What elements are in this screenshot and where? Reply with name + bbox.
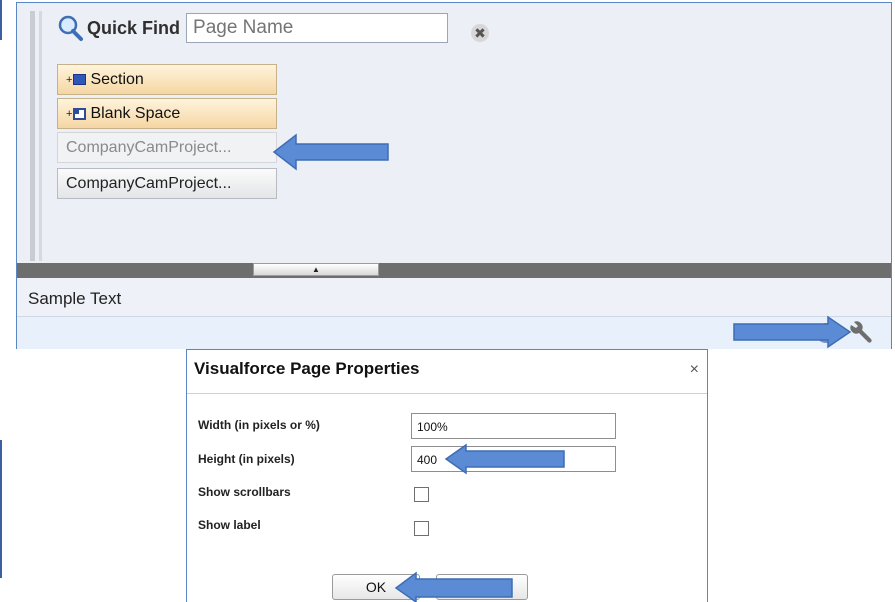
palette-item-label: CompanyCamProject... <box>66 174 232 192</box>
palette-splitter[interactable]: ▲ <box>17 263 891 278</box>
height-label: Height (in pixels) <box>198 452 295 466</box>
palette-item-label: Section <box>90 70 144 88</box>
collapse-palette-handle[interactable]: ▲ <box>253 263 379 276</box>
blank-space-icon: + <box>66 107 87 120</box>
palette-item-blank-space[interactable]: + Blank Space <box>57 98 277 129</box>
palette-item-label: Blank Space <box>90 104 181 122</box>
sample-text: Sample Text <box>28 289 122 308</box>
palette: Quick Find ✖ + Section + Blank Space Com… <box>17 3 891 263</box>
clear-search-icon[interactable]: ✖ <box>471 24 489 42</box>
show-label-label: Show label <box>198 518 261 532</box>
palette-item-visualforce-page[interactable]: CompanyCamProject... <box>57 132 277 163</box>
palette-item-visualforce-page[interactable]: CompanyCamProject... <box>57 168 277 199</box>
visualforce-page-properties-dialog: Visualforce Page Properties × Width (in … <box>186 349 708 602</box>
show-scrollbars-label: Show scrollbars <box>198 485 291 499</box>
width-label: Width (in pixels or %) <box>198 418 320 432</box>
close-icon[interactable]: × <box>690 361 699 379</box>
annotation-arrow <box>733 315 852 349</box>
annotation-arrow <box>272 133 389 171</box>
annotation-arrow <box>444 443 565 475</box>
show-label-checkbox[interactable] <box>414 521 429 536</box>
palette-item-section[interactable]: + Section <box>57 64 277 95</box>
quick-find-label: Quick Find <box>87 17 181 38</box>
annotation-arrow <box>394 571 513 602</box>
show-scrollbars-checkbox[interactable] <box>414 487 429 502</box>
page-edge-line <box>0 0 2 40</box>
palette-border <box>30 11 35 261</box>
dialog-title: Visualforce Page Properties <box>194 359 420 378</box>
search-icon <box>58 15 83 41</box>
palette-border <box>39 11 42 261</box>
page-edge-line <box>0 440 2 578</box>
quick-find: Quick Find <box>57 13 449 43</box>
quick-find-input[interactable] <box>186 13 449 43</box>
width-input[interactable]: 100% <box>411 413 616 439</box>
page-layout-editor: Quick Find ✖ + Section + Blank Space Com… <box>16 2 892 349</box>
dialog-divider <box>187 393 707 394</box>
section-icon: + <box>66 74 87 86</box>
palette-item-label: CompanyCamProject... <box>66 138 232 156</box>
